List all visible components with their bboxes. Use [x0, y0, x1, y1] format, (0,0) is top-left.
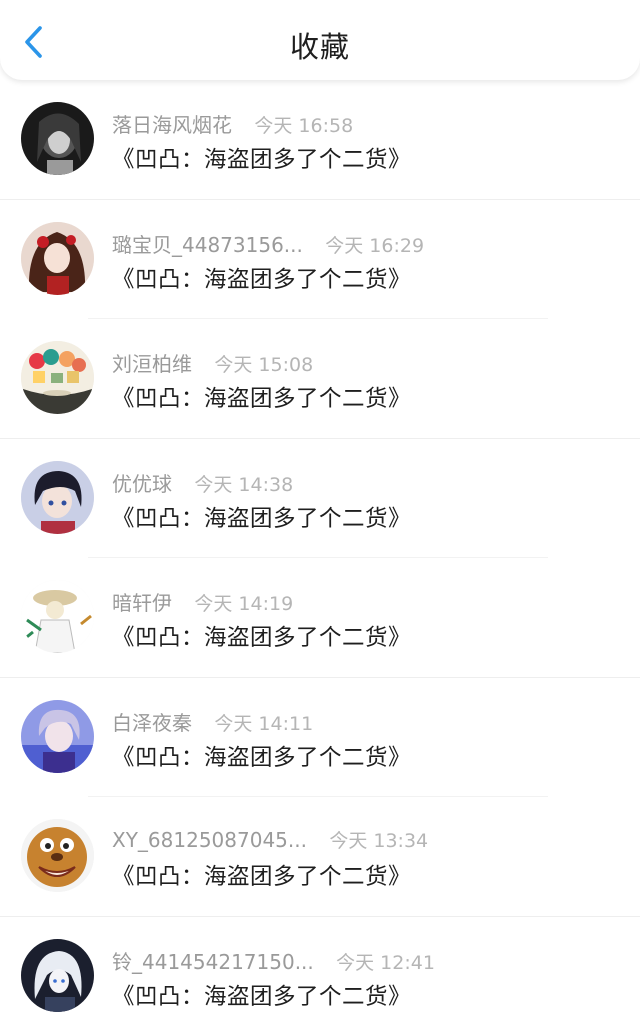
comment-text[interactable]: 《凹凸：海盗团多了个二货》	[112, 501, 411, 533]
timestamp: 今天 14:38	[194, 470, 293, 497]
comment-text[interactable]: 《凹凸：海盗团多了个二货》	[112, 381, 411, 413]
avatar[interactable]	[21, 939, 94, 1012]
comment-text[interactable]: 《凹凸：海盗团多了个二货》	[112, 979, 411, 1011]
favorites-list: 落日海风烟花 今天 16:58 《凹凸：海盗团多了个二货》 璐宝贝_448731…	[0, 80, 640, 1036]
username[interactable]: 璐宝贝_44873156...	[112, 229, 303, 258]
timestamp: 今天 16:58	[254, 111, 353, 138]
avatar[interactable]	[21, 222, 94, 295]
username[interactable]: 落日海风烟花	[112, 109, 232, 138]
username[interactable]: 优优球	[112, 468, 172, 497]
comment-text[interactable]: 《凹凸：海盗团多了个二货》	[112, 262, 411, 294]
comment-text[interactable]: 《凹凸：海盗团多了个二货》	[112, 740, 411, 772]
timestamp: 今天 16:29	[325, 231, 424, 258]
comment-text[interactable]: 《凹凸：海盗团多了个二货》	[112, 620, 411, 652]
timestamp: 今天 14:11	[214, 709, 313, 736]
timestamp: 今天 13:34	[329, 826, 428, 853]
username[interactable]: XY_68125087045...	[112, 828, 307, 852]
avatar[interactable]	[21, 700, 94, 773]
top-bar: 收藏	[0, 0, 640, 80]
list-item[interactable]: 优优球 今天 14:38 《凹凸：海盗团多了个二货》	[0, 439, 640, 559]
avatar[interactable]	[21, 580, 94, 653]
list-item[interactable]: 璐宝贝_44873156... 今天 16:29 《凹凸：海盗团多了个二货》	[0, 200, 640, 320]
timestamp: 今天 12:41	[336, 948, 435, 975]
list-item[interactable]: 刘洹柏维 今天 15:08 《凹凸：海盗团多了个二货》	[0, 319, 640, 439]
timestamp: 今天 14:19	[194, 589, 293, 616]
list-item[interactable]: 落日海风烟花 今天 16:58 《凹凸：海盗团多了个二货》	[0, 80, 640, 200]
avatar[interactable]	[21, 102, 94, 175]
list-item[interactable]: 铃_441454217150... 今天 12:41 《凹凸：海盗团多了个二货》	[0, 917, 640, 1036]
page-title: 收藏	[0, 24, 640, 66]
comment-text[interactable]: 《凹凸：海盗团多了个二货》	[112, 142, 411, 174]
username[interactable]: 暗轩伊	[112, 587, 172, 616]
timestamp: 今天 15:08	[214, 350, 313, 377]
avatar[interactable]	[21, 341, 94, 414]
list-item[interactable]: 白泽夜秦 今天 14:11 《凹凸：海盗团多了个二货》	[0, 678, 640, 798]
list-item[interactable]: 暗轩伊 今天 14:19 《凹凸：海盗团多了个二货》	[0, 558, 640, 678]
comment-text[interactable]: 《凹凸：海盗团多了个二货》	[112, 859, 411, 891]
username[interactable]: 铃_441454217150...	[112, 946, 314, 975]
list-item[interactable]: XY_68125087045... 今天 13:34 《凹凸：海盗团多了个二货》	[0, 797, 640, 917]
avatar[interactable]	[21, 461, 94, 534]
username[interactable]: 刘洹柏维	[112, 348, 192, 377]
username[interactable]: 白泽夜秦	[112, 707, 192, 736]
avatar[interactable]	[21, 819, 94, 892]
